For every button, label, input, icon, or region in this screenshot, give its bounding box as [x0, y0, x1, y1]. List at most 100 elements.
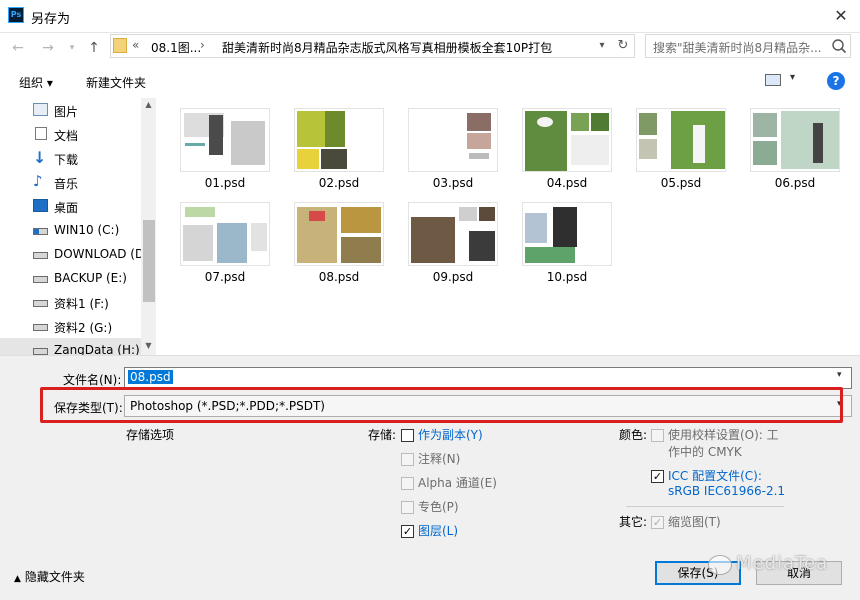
notes-checkbox[interactable]: [401, 453, 414, 466]
storage-options-heading: 存储选项: [126, 428, 175, 442]
file-item[interactable]: 02.psd: [294, 108, 384, 190]
watermark-logo-icon: [708, 555, 732, 575]
file-name: 07.psd: [204, 270, 246, 284]
highlight-box: [40, 387, 843, 423]
scroll-down-icon[interactable]: ▼: [141, 341, 156, 350]
notes-label: 注释(N): [418, 452, 461, 466]
sidebar-item-drive-g[interactable]: 资料2 (G:): [0, 314, 141, 338]
chevron-down-icon[interactable]: ▾: [837, 370, 842, 380]
help-icon[interactable]: ?: [827, 72, 845, 90]
sidebar-item-drive-e[interactable]: BACKUP (E:): [0, 266, 141, 290]
file-item[interactable]: 07.psd: [180, 202, 270, 284]
organize-menu[interactable]: 组织 ▾: [19, 74, 53, 91]
storage-label: 存储:: [368, 428, 397, 442]
breadcrumb-current-folder[interactable]: 甜美清新时尚8月精品杂志版式风格写真相册模板全套10P打包: [222, 39, 552, 56]
sidebar-item-label: 桌面: [54, 201, 79, 215]
search-icon[interactable]: [830, 37, 848, 55]
sidebar-item-label: 音乐: [54, 177, 79, 191]
other-label: 其它:: [619, 515, 648, 529]
file-item[interactable]: 05.psd: [636, 108, 726, 190]
refresh-icon[interactable]: ↻: [614, 36, 632, 56]
chevron-up-icon: ▲: [14, 574, 21, 584]
sidebar-item-music[interactable]: ♪ 音乐: [0, 170, 141, 194]
file-item[interactable]: 10.psd: [522, 202, 612, 284]
icc-profile-value: sRGB IEC61966-2.1: [668, 484, 786, 498]
sidebar-item-documents[interactable]: 文档: [0, 122, 141, 146]
as-copy-checkbox[interactable]: [401, 429, 414, 442]
address-bar[interactable]: « 08.1图... › 甜美清新时尚8月精品杂志版式风格写真相册模板全套10P…: [110, 34, 635, 58]
sidebar-item-label: 文档: [54, 129, 79, 143]
file-thumbnail: [294, 108, 384, 172]
file-name: 06.psd: [774, 176, 816, 190]
file-item[interactable]: 04.psd: [522, 108, 612, 190]
file-thumbnail: [522, 202, 612, 266]
filename-field[interactable]: 08.psd ▾: [124, 367, 852, 389]
file-item[interactable]: 03.psd: [408, 108, 498, 190]
sidebar-item-label: BACKUP (E:): [54, 271, 127, 285]
breadcrumb-overflow[interactable]: «: [132, 38, 139, 52]
search-input[interactable]: 搜索"甜美清新时尚8月精品杂...: [645, 34, 851, 58]
color-label: 颜色:: [619, 428, 648, 442]
sidebar-item-label: WIN10 (C:): [54, 223, 120, 237]
navigation-pane: 图片 文档 ↓ 下载 ♪ 音乐 桌面 WIN10 (C:) DOWNLOAD (…: [0, 98, 156, 355]
chevron-down-icon[interactable]: ▾: [595, 37, 609, 55]
file-name: 04.psd: [546, 176, 588, 190]
file-thumbnail: [408, 202, 498, 266]
filename-label: 文件名(N):: [63, 373, 122, 387]
layers-label[interactable]: 图层(L): [418, 522, 458, 539]
icc-profile-label[interactable]: ICC 配置文件(C):: [668, 467, 762, 484]
up-arrow-icon[interactable]: ↑: [84, 38, 104, 58]
sidebar-scrollbar-thumb[interactable]: [143, 220, 155, 302]
drive-icon: [33, 252, 48, 259]
sidebar-item-pictures[interactable]: 图片: [0, 98, 141, 122]
use-proof-label: 使用校样设置(O): 工: [668, 428, 779, 442]
sidebar-item-label: 图片: [54, 105, 79, 119]
hide-folders-toggle[interactable]: ▲ 隐藏文件夹: [14, 568, 85, 585]
recent-dropdown-icon[interactable]: ▾: [62, 38, 82, 58]
new-folder-button[interactable]: 新建文件夹: [86, 74, 146, 91]
file-thumbnail: [636, 108, 726, 172]
sidebar-item-drive-c[interactable]: WIN10 (C:): [0, 218, 141, 242]
filename-value[interactable]: 08.psd: [128, 370, 173, 384]
file-name: 01.psd: [204, 176, 246, 190]
sidebar-item-label: 资料2 (G:): [54, 321, 113, 335]
desktop-icon: [33, 199, 48, 212]
icc-profile-checkbox[interactable]: ✓: [651, 470, 664, 483]
breadcrumb-segment[interactable]: 08.1图...: [151, 39, 201, 56]
scroll-up-icon[interactable]: ▲: [141, 100, 156, 109]
drive-icon: [33, 348, 48, 355]
forward-arrow-icon[interactable]: →: [38, 38, 58, 58]
file-thumbnail: [180, 108, 270, 172]
file-name: 09.psd: [432, 270, 474, 284]
file-item[interactable]: 09.psd: [408, 202, 498, 284]
alpha-channels-checkbox[interactable]: [401, 477, 414, 490]
back-arrow-icon[interactable]: ←: [8, 38, 28, 58]
sidebar-item-drive-d[interactable]: DOWNLOAD (D: [0, 242, 141, 266]
sidebar-item-desktop[interactable]: 桌面: [0, 194, 141, 218]
file-item[interactable]: 01.psd: [180, 108, 270, 190]
drive-icon: [33, 300, 48, 307]
spot-colors-checkbox[interactable]: [401, 501, 414, 514]
sidebar-item-drive-h[interactable]: ZangData (H:): [0, 338, 141, 355]
thumbnail-checkbox[interactable]: ✓: [651, 516, 664, 529]
divider: [626, 506, 784, 507]
sidebar-item-label: 资料1 (F:): [54, 297, 109, 311]
sidebar-item-label: DOWNLOAD (D: [54, 247, 141, 261]
drive-icon: [33, 276, 48, 283]
sidebar-item-label: ZangData (H:): [54, 343, 140, 355]
drive-icon: [33, 324, 48, 331]
breadcrumb-arrow-icon[interactable]: ›: [200, 38, 205, 52]
layers-checkbox[interactable]: ✓: [401, 525, 414, 538]
file-item[interactable]: 08.psd: [294, 202, 384, 284]
view-dropdown-icon[interactable]: ▾: [790, 72, 795, 83]
view-mode-icon[interactable]: [765, 74, 781, 86]
file-item[interactable]: 06.psd: [750, 108, 840, 190]
file-name: 03.psd: [432, 176, 474, 190]
sidebar-item-downloads[interactable]: ↓ 下载: [0, 146, 141, 170]
use-proof-checkbox[interactable]: [651, 429, 664, 442]
sidebar-item-drive-f[interactable]: 资料1 (F:): [0, 290, 141, 314]
pictures-icon: [33, 103, 48, 116]
watermark-text: MediaTea: [736, 553, 829, 574]
as-copy-label[interactable]: 作为副本(Y): [418, 426, 483, 443]
close-icon[interactable]: ✕: [829, 4, 853, 28]
